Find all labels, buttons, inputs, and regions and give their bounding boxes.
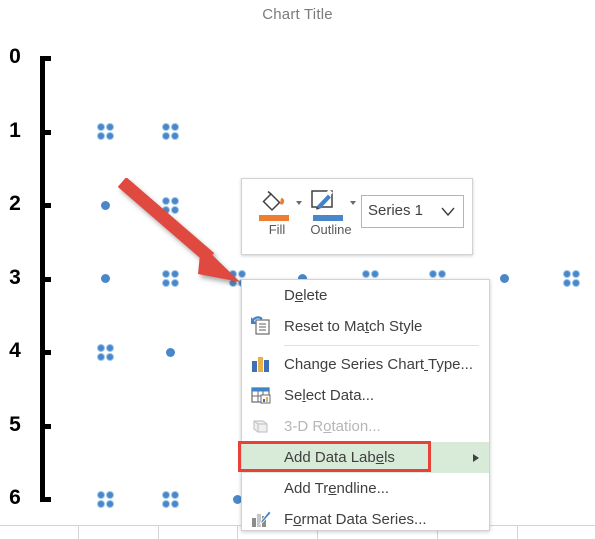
- reset-style-icon: [250, 315, 276, 338]
- context-menu-item[interactable]: Add Data Labels: [242, 442, 489, 473]
- outline-dropdown-caret[interactable]: [350, 201, 356, 205]
- y-axis-tick-label: 4: [9, 339, 21, 362]
- format-series-icon: [250, 509, 276, 531]
- context-menu-item[interactable]: Delete: [242, 280, 489, 311]
- context-menu-item[interactable]: Change Series Chart Type...: [242, 349, 489, 380]
- context-menu-item[interactable]: Add Trendline...: [242, 473, 489, 504]
- fill-bucket-icon: [250, 186, 304, 224]
- menu-item-no-icon: [250, 447, 276, 469]
- series-selector-value: Series 1: [368, 202, 424, 219]
- y-axis-tick-label: 3: [9, 265, 21, 289]
- y-axis-tick-label: 1: [9, 118, 21, 142]
- y-axis-tick-label: 6: [9, 486, 21, 509]
- fill-button[interactable]: Fill: [250, 186, 304, 248]
- data-point-selected[interactable]: [161, 196, 179, 214]
- context-menu-item[interactable]: Format Data Series...: [242, 504, 489, 535]
- context-menu-item-label: Change Series Chart Type...: [284, 356, 474, 373]
- context-menu-item[interactable]: Select Data...: [242, 380, 489, 411]
- chart-title[interactable]: Chart Title: [0, 6, 595, 23]
- context-menu-item-label: Add Trendline...: [284, 480, 390, 497]
- outline-pencil-icon: [304, 186, 358, 224]
- data-point-selected[interactable]: [96, 123, 114, 140]
- context-menu-item: 3-D Rotation...: [242, 411, 489, 442]
- context-menu-item[interactable]: Reset to Match Style: [242, 311, 489, 342]
- data-point-selected[interactable]: [161, 270, 179, 287]
- y-axis-tick: [40, 129, 51, 135]
- data-point-selected[interactable]: [161, 490, 179, 508]
- menu-item-no-icon: [250, 478, 276, 500]
- data-point[interactable]: [499, 274, 509, 283]
- grid-vline: [237, 525, 238, 539]
- grid-vline: [78, 525, 79, 539]
- grid-vline: [517, 525, 518, 539]
- context-menu-item-label: Delete: [284, 287, 328, 304]
- data-point-selected[interactable]: [161, 123, 179, 140]
- data-point[interactable]: [165, 347, 175, 357]
- grid-vline: [158, 525, 159, 539]
- fill-color-swatch: [259, 215, 289, 221]
- context-menu-item-label: Format Data Series...: [284, 511, 427, 528]
- context-menu-item-label: 3-D Rotation...: [284, 418, 381, 435]
- y-axis-tick: [40, 203, 51, 208]
- y-axis-tick: [40, 56, 51, 61]
- y-axis-tick: [40, 423, 51, 429]
- menu-item-no-icon: [250, 285, 276, 307]
- select-data-icon: [250, 385, 276, 407]
- submenu-arrow-icon[interactable]: [473, 454, 479, 462]
- data-point-selected[interactable]: [562, 270, 580, 287]
- data-point[interactable]: [100, 200, 110, 210]
- y-axis-tick: [40, 497, 51, 502]
- outline-button[interactable]: Outline: [304, 186, 358, 248]
- context-menu-item-label: Reset to Match Style: [284, 318, 423, 335]
- y-axis-tick-label: 2: [9, 192, 21, 215]
- data-point-selected[interactable]: [96, 343, 114, 361]
- outline-color-swatch: [313, 215, 343, 221]
- data-point[interactable]: [100, 274, 110, 283]
- context-menu-item-label: Select Data...: [284, 387, 375, 404]
- rotation-3d-icon: [250, 416, 276, 438]
- y-axis-tick: [40, 276, 51, 282]
- fill-label: Fill: [268, 222, 286, 237]
- y-axis-tick: [40, 350, 51, 355]
- context-menu[interactable]: Delete Reset to Match Style Change Series …: [241, 279, 490, 531]
- outline-label: Outline: [310, 222, 352, 237]
- chevron-down-icon[interactable]: [441, 207, 455, 217]
- data-point-selected[interactable]: [96, 490, 114, 508]
- fill-dropdown-caret[interactable]: [296, 201, 302, 205]
- y-axis-tick-label: 0: [9, 45, 21, 68]
- menu-separator: [284, 345, 479, 346]
- mini-toolbar[interactable]: Fill Outline Series 1: [241, 178, 473, 255]
- context-menu-item-label: Add Data Labels: [284, 449, 395, 466]
- series-selector[interactable]: Series 1: [361, 195, 464, 228]
- chart-type-icon: [250, 354, 276, 376]
- y-axis-tick-label: 5: [9, 412, 21, 436]
